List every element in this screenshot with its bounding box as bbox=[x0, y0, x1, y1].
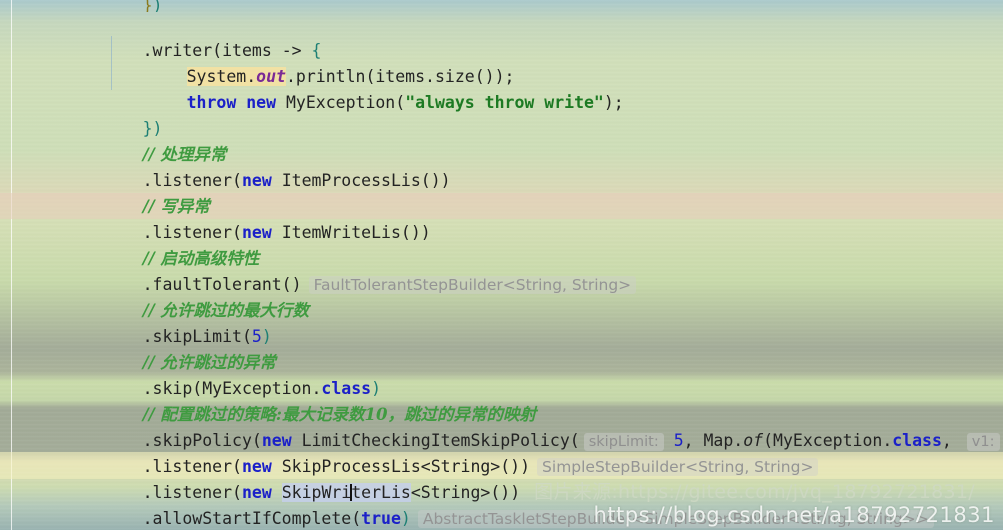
code-lines[interactable]: }) .writer(items -> { System.out.println… bbox=[0, 0, 1003, 530]
token-brace: } bbox=[142, 0, 153, 12]
code-line[interactable]: .listener(new ItemWriteLis()) bbox=[0, 194, 1003, 242]
code-line-comment[interactable]: // 允许跳过的最大行数 bbox=[0, 272, 1003, 320]
watermark-primary: https://blog.csdn.net/a18792721831 bbox=[593, 503, 995, 527]
code-line[interactable]: .skipLimit(5) bbox=[0, 298, 1003, 346]
watermark-secondary: 图片来源:https://gitee.com/jvq_18792721831/ bbox=[534, 481, 975, 503]
code-line[interactable]: throw new MyException("always throw writ… bbox=[0, 64, 1003, 112]
code-line-comment[interactable]: // 写异常 bbox=[0, 168, 1003, 216]
code-line-comment[interactable]: // 允许跳过的异常 bbox=[0, 324, 1003, 372]
code-line[interactable]: .listener(new SkipProcessLis<String>()) S… bbox=[0, 428, 1003, 476]
token-paren: ) bbox=[152, 0, 163, 12]
code-line[interactable]: System.out.println(items.size()); bbox=[0, 38, 1003, 86]
code-line[interactable]: .skip(MyException.class) bbox=[0, 350, 1003, 398]
code-line-comment[interactable]: // 启动高级特性 bbox=[0, 220, 1003, 268]
code-line-comment[interactable]: // 配置跳过的策略:最大记录数10，跳过的异常的映射 bbox=[0, 376, 1003, 424]
code-line[interactable]: }) bbox=[0, 90, 1003, 138]
code-line[interactable]: .faultTolerant() FaultTolerantStepBuilder… bbox=[0, 246, 1003, 294]
code-editor[interactable]: }) .writer(items -> { System.out.println… bbox=[0, 0, 1003, 530]
code-line[interactable]: .writer(items -> { bbox=[0, 12, 1003, 60]
code-line[interactable]: .skipPolicy(new LimitCheckingItemSkipPol… bbox=[0, 402, 1003, 451]
code-line[interactable]: }) bbox=[0, 0, 1003, 12]
code-line[interactable]: .listener(new ItemProcessLis()) bbox=[0, 142, 1003, 190]
code-line-comment[interactable]: // 处理异常 bbox=[0, 116, 1003, 164]
